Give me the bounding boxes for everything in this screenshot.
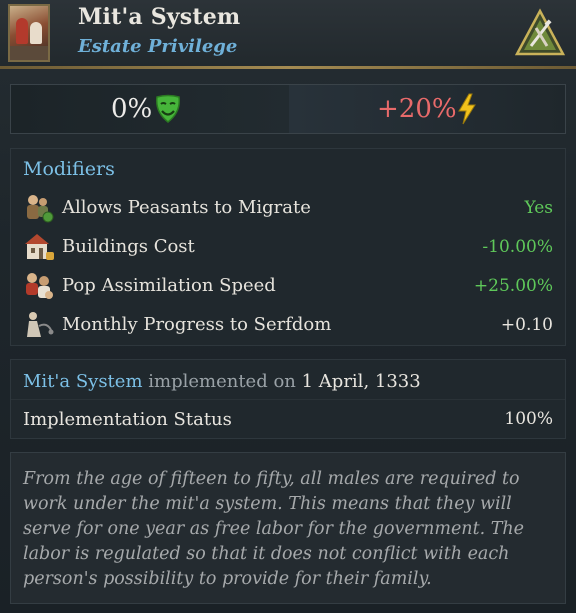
description-text: From the age of fifteen to fifty, all ma… xyxy=(23,469,525,589)
building-icon xyxy=(25,234,54,260)
modifiers-heading: Modifiers xyxy=(23,158,115,180)
modifier-value: +0.10 xyxy=(500,315,553,335)
serfdom-icon xyxy=(27,312,54,337)
tooltip-header: Mit'a System Estate Privilege xyxy=(0,0,576,66)
satisfaction-stat[interactable]: 0% xyxy=(11,85,289,133)
satisfaction-value: 0% xyxy=(111,94,153,124)
pop-assimilation-icon xyxy=(26,273,53,299)
modifier-label: Buildings Cost xyxy=(62,236,195,257)
modifier-row[interactable]: Buildings Cost -10.00% xyxy=(11,229,565,265)
modifier-value: +25.00% xyxy=(473,276,553,296)
modifier-value: Yes xyxy=(524,198,553,218)
modifier-row[interactable]: Allows Peasants to Migrate Yes xyxy=(11,190,565,226)
peasant-estate-triangle-icon xyxy=(514,8,566,56)
implementation-status-label: Implementation Status xyxy=(23,409,232,430)
green-mask-icon xyxy=(155,94,181,123)
implementation-divider xyxy=(11,399,565,400)
modifier-row[interactable]: Pop Assimilation Speed +25.00% xyxy=(11,268,565,304)
privilege-tooltip: Mit'a System Estate Privilege 0% +20% Mo… xyxy=(0,0,576,613)
lightning-bolt-icon xyxy=(458,93,476,125)
influence-stat[interactable]: +20% xyxy=(289,85,565,133)
implementation-panel: Mit'a System implemented on 1 April, 133… xyxy=(10,359,566,439)
privilege-subtitle: Estate Privilege xyxy=(78,36,238,57)
modifier-row[interactable]: Monthly Progress to Serfdom +0.10 xyxy=(11,307,565,343)
modifier-value: -10.00% xyxy=(482,237,553,257)
implementation-info: Mit'a System implemented on 1 April, 133… xyxy=(23,371,421,392)
implementation-date: 1 April, 1333 xyxy=(301,371,421,392)
stats-bar: 0% +20% xyxy=(10,84,566,134)
implementation-status-value: 100% xyxy=(504,409,553,429)
estate-portrait-icon xyxy=(8,4,50,62)
peasants-migrate-icon xyxy=(27,195,54,223)
implementation-name[interactable]: Mit'a System xyxy=(23,371,143,392)
influence-value: +20% xyxy=(377,94,457,124)
implementation-verb: implemented on xyxy=(148,371,296,392)
modifier-label: Monthly Progress to Serfdom xyxy=(62,314,332,335)
modifier-label: Pop Assimilation Speed xyxy=(62,275,276,296)
header-divider xyxy=(0,66,576,69)
description-panel: From the age of fifteen to fifty, all ma… xyxy=(10,452,566,604)
modifier-label: Allows Peasants to Migrate xyxy=(62,197,311,218)
privilege-title: Mit'a System xyxy=(78,4,241,30)
modifiers-panel: Modifiers Allows Peasants to Migrate Yes… xyxy=(10,148,566,346)
